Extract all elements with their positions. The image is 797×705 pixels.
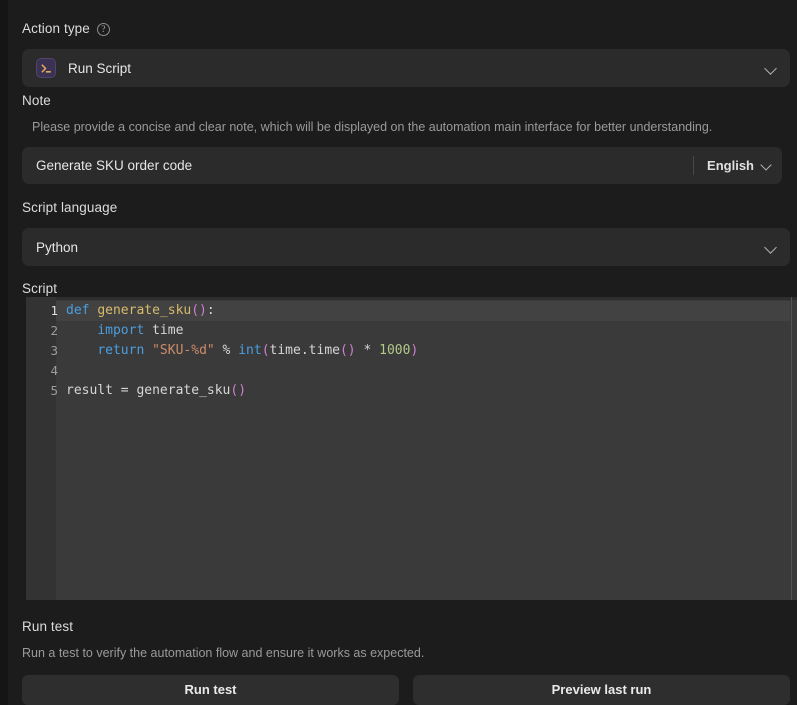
left-rail [0, 0, 8, 705]
preview-last-run-button[interactable]: Preview last run [413, 674, 790, 705]
code-line[interactable]: 1 def generate_sku(): [50, 301, 797, 321]
code-token: import [97, 323, 145, 338]
chevron-down-icon[interactable] [764, 240, 778, 254]
code-line[interactable]: 2 import time [50, 321, 797, 341]
run-test-label-row: Run test [22, 618, 790, 636]
line-number: 4 [50, 363, 58, 378]
chevron-down-icon[interactable] [760, 159, 772, 171]
action-config-panel: Action type ? Run Script Note Please pro… [8, 0, 797, 705]
script-language-label: Script language [22, 200, 118, 216]
code-token: 1000 [379, 343, 411, 358]
editor-top-strip [26, 297, 797, 300]
script-language-section: Script language Python [22, 199, 790, 266]
script-language-value: Python [36, 239, 79, 255]
code-line[interactable]: 3 return "SKU-%d" % int(time.time() * 10… [50, 341, 797, 361]
line-number: 1 [50, 303, 58, 318]
code-token: time.time [269, 343, 340, 358]
code-token: * [355, 343, 380, 358]
script-label: Script [22, 281, 58, 296]
note-input[interactable]: Generate SKU order code [36, 158, 693, 173]
code-token: generate_sku [97, 303, 192, 318]
run-test-section: Run test Run a test to verify the automa… [22, 618, 790, 705]
run-test-button-row: Run test Preview last run [22, 674, 790, 705]
code-token: int [238, 343, 262, 358]
terminal-prompt-icon [36, 58, 56, 78]
action-type-label: Action type [22, 21, 90, 37]
action-type-value: Run Script [68, 60, 132, 76]
code-token: () [230, 383, 247, 398]
note-description: Please provide a concise and clear note,… [32, 120, 713, 134]
code-token: ) [410, 343, 419, 358]
code-token: generate_sku [136, 383, 231, 398]
code-editor-inner: 1 def generate_sku(): 2 import time 3 retur… [26, 297, 797, 600]
script-language-select[interactable]: Python [22, 228, 790, 266]
script-label-row: Script [22, 280, 57, 298]
code-token: () [339, 343, 356, 358]
code-token: () [191, 303, 207, 318]
run-test-label: Run test [22, 619, 74, 635]
line-number: 3 [50, 343, 58, 358]
code-token: ( [261, 343, 270, 358]
note-input-wrapper[interactable]: Generate SKU order code English [22, 146, 782, 184]
note-language-select[interactable]: English [693, 155, 772, 175]
action-type-section: Action type ? Run Script [22, 20, 790, 87]
note-label-row: Note [22, 92, 790, 110]
note-section: Note Please provide a concise and clear … [22, 92, 790, 184]
code-token: return [97, 343, 145, 358]
code-token: time [144, 323, 184, 338]
run-test-button[interactable]: Run test [22, 674, 399, 705]
action-type-label-row: Action type ? [22, 20, 790, 38]
code-line[interactable]: 5 result = generate_sku() [50, 381, 797, 401]
code-token: "SKU-%d" [152, 343, 215, 358]
script-code-editor[interactable]: 1 def generate_sku(): 2 import time 3 retur… [26, 297, 797, 600]
code-token: % [214, 343, 239, 358]
question-circle-icon[interactable]: ? [96, 22, 110, 36]
note-label: Note [22, 93, 51, 109]
code-lines[interactable]: 1 def generate_sku(): 2 import time 3 retur… [50, 301, 797, 401]
code-token: : [206, 303, 215, 318]
action-type-select[interactable]: Run Script [22, 49, 790, 87]
code-token: result = [66, 383, 137, 398]
chevron-down-icon[interactable] [764, 61, 778, 75]
code-token: def [66, 303, 90, 318]
code-line[interactable]: 4 [50, 361, 797, 381]
editor-vertical-scrollbar[interactable] [791, 297, 792, 600]
script-language-label-row: Script language [22, 199, 790, 217]
run-test-description: Run a test to verify the automation flow… [22, 646, 425, 660]
line-number: 2 [50, 323, 58, 338]
line-number: 5 [50, 383, 58, 398]
note-language-value: English [707, 157, 754, 173]
